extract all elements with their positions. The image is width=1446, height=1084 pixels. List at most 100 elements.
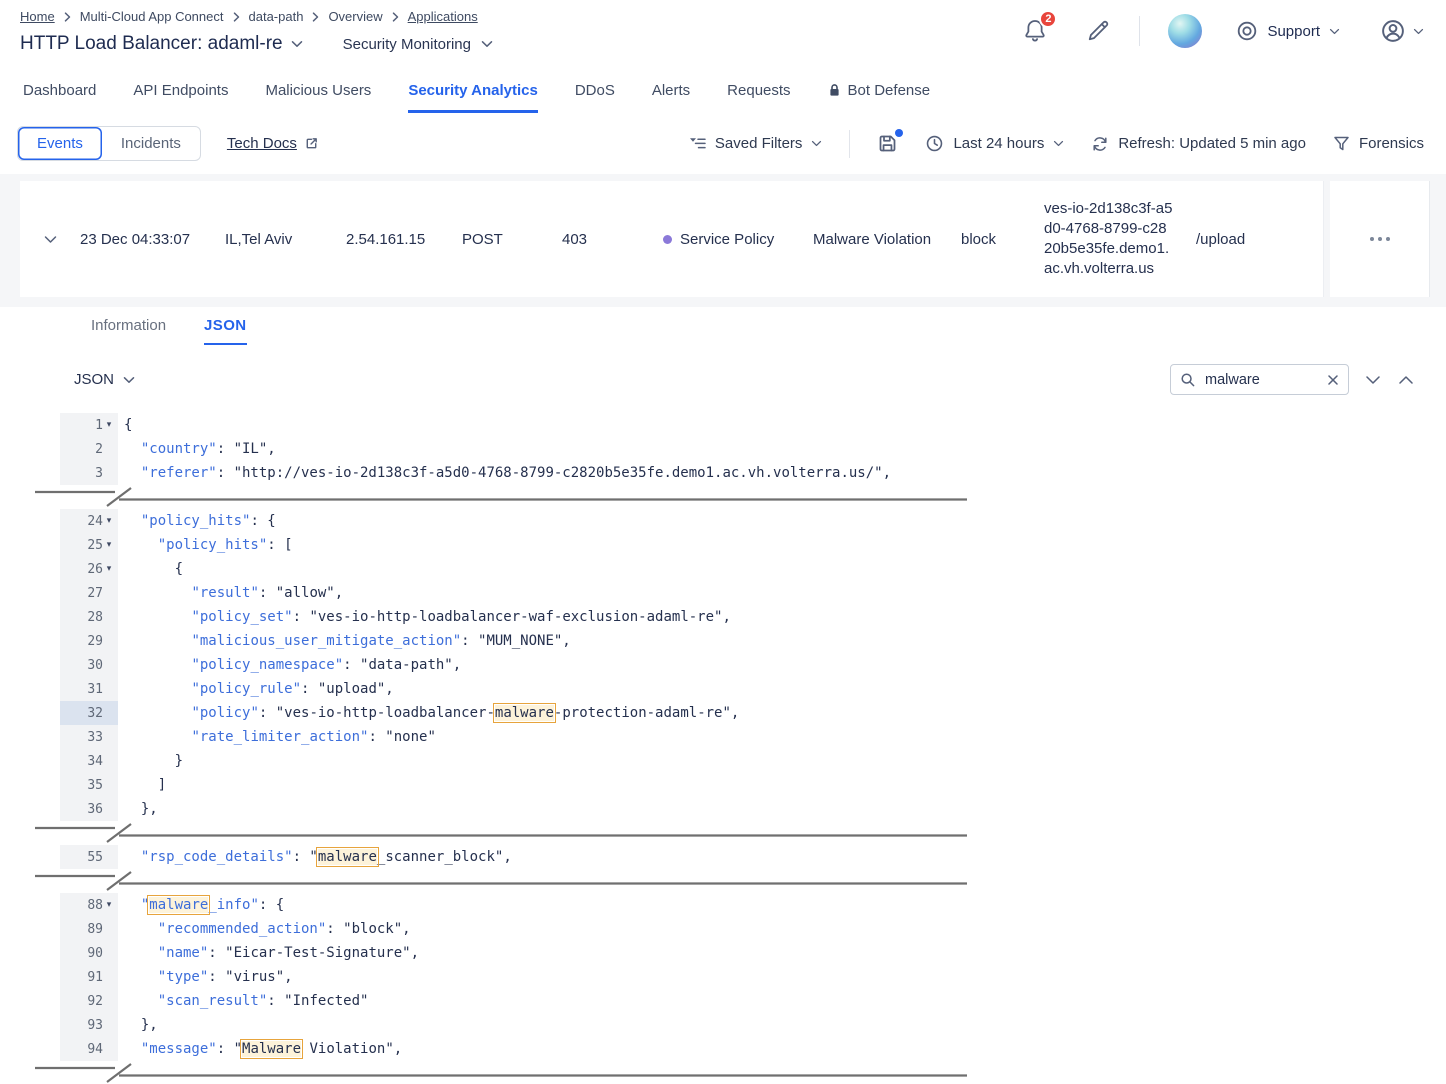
code-text: "message": "Malware Violation", xyxy=(118,1041,402,1057)
event-row[interactable]: 23 Dec 04:33:07 IL,Tel Aviv 2.54.161.15 … xyxy=(20,181,1324,297)
code-text: "malicious_user_mitigate_action": "MUM_N… xyxy=(118,633,571,649)
tab-requests[interactable]: Requests xyxy=(727,82,790,113)
code-text: { xyxy=(118,417,132,433)
policy-type-label: Service Policy xyxy=(680,231,774,248)
time-range-dropdown[interactable]: Last 24 hours xyxy=(925,134,1064,153)
next-match-button[interactable] xyxy=(1365,375,1381,385)
row-expand-chevron-icon[interactable] xyxy=(20,235,80,244)
line-number: 29 xyxy=(87,634,103,649)
save-filter-button[interactable] xyxy=(877,133,898,154)
line-number-gutter: 33 xyxy=(60,725,118,749)
line-number-gutter: 3 xyxy=(60,461,118,485)
fold-separator xyxy=(35,1062,1446,1084)
collapse-caret-icon[interactable]: ▾ xyxy=(103,540,115,550)
line-number-gutter: 26▾ xyxy=(60,557,118,581)
line-number: 93 xyxy=(87,1018,103,1033)
line-number: 88 xyxy=(87,898,103,913)
tab-bot-defense[interactable]: Bot Defense xyxy=(828,82,931,113)
code-text: "rate_limiter_action": "none" xyxy=(118,729,436,745)
format-dropdown[interactable]: JSON xyxy=(74,371,135,388)
breadcrumb-item[interactable]: Applications xyxy=(408,9,478,24)
support-label: Support xyxy=(1267,23,1320,40)
security-monitoring-dropdown[interactable]: Security Monitoring xyxy=(343,36,493,53)
code-line: 26▾ { xyxy=(0,557,1446,581)
code-text: "policy_set": "ves-io-http-loadbalancer-… xyxy=(118,609,731,625)
line-number-gutter: 88▾ xyxy=(60,893,118,917)
line-number-gutter: 55 xyxy=(60,845,118,869)
brush-icon xyxy=(1085,18,1111,44)
code-text: "scan_result": "Infected" xyxy=(118,993,368,1009)
line-number-gutter: 31 xyxy=(60,677,118,701)
notifications-button[interactable]: 2 xyxy=(1023,18,1047,44)
tab-label: Dashboard xyxy=(23,82,96,99)
saved-filters-dropdown[interactable]: Saved Filters xyxy=(689,135,823,152)
line-number: 27 xyxy=(87,586,103,601)
code-line: 91 "type": "virus", xyxy=(0,965,1446,989)
refresh-button[interactable]: Refresh: Updated 5 min ago xyxy=(1091,135,1306,153)
header-actions: 2 Support xyxy=(1023,14,1424,48)
code-text: "referer": "http://ves-io-2d138c3f-a5d0-… xyxy=(118,465,891,481)
search-match-highlight: Malware xyxy=(242,1041,301,1057)
line-number: 24 xyxy=(87,514,103,529)
close-icon xyxy=(1327,374,1339,386)
detail-tab-json[interactable]: JSON xyxy=(204,317,246,345)
prev-match-button[interactable] xyxy=(1398,375,1414,385)
main-nav-tabs: Dashboard API Endpoints Malicious Users Sec… xyxy=(0,55,1446,113)
format-dropdown-label: JSON xyxy=(74,371,114,388)
line-number-gutter: 2 xyxy=(60,437,118,461)
json-search-box xyxy=(1170,364,1349,395)
line-number-gutter: 24▾ xyxy=(60,509,118,533)
detail-tab-information[interactable]: Information xyxy=(91,317,166,345)
tab-dashboard[interactable]: Dashboard xyxy=(23,82,96,113)
tab-alerts[interactable]: Alerts xyxy=(652,82,690,113)
support-menu[interactable]: Support xyxy=(1236,20,1340,42)
tab-security-analytics[interactable]: Security Analytics xyxy=(408,82,538,113)
title-chevron-down-icon[interactable] xyxy=(291,40,303,48)
tab-malicious-users[interactable]: Malicious Users xyxy=(265,82,371,113)
json-search-input[interactable] xyxy=(1203,371,1320,389)
collapse-caret-icon[interactable]: ▾ xyxy=(103,900,115,910)
ai-assistant-button[interactable] xyxy=(1168,14,1202,48)
tab-label: DDoS xyxy=(575,82,615,99)
toolbar-divider xyxy=(849,130,850,158)
filter-toolbar: EventsIncidents Tech Docs Saved Filters xyxy=(0,113,1446,174)
code-line: 30 "policy_namespace": "data-path", xyxy=(0,653,1446,677)
tab-api-endpoints[interactable]: API Endpoints xyxy=(133,82,228,113)
event-policy-type: Service Policy xyxy=(663,231,813,248)
row-more-options-button[interactable] xyxy=(1364,231,1396,247)
chevron-down-icon xyxy=(1413,28,1424,35)
lock-icon xyxy=(828,83,841,98)
code-text: "name": "Eicar-Test-Signature", xyxy=(118,945,419,961)
forensics-label: Forensics xyxy=(1359,135,1424,152)
code-text: "result": "allow", xyxy=(118,585,343,601)
collapse-caret-icon[interactable]: ▾ xyxy=(103,420,115,430)
event-violation: Malware Violation xyxy=(813,231,961,248)
policy-dot-icon xyxy=(663,235,672,244)
code-text: "policy_hits": [ xyxy=(118,537,293,553)
events-toggle-button[interactable]: Events xyxy=(18,127,102,160)
account-menu[interactable] xyxy=(1380,18,1424,44)
code-line: 88▾ "malware_info": { xyxy=(0,893,1446,917)
tab-ddos[interactable]: DDoS xyxy=(575,82,615,113)
code-line: 24▾ "policy_hits": { xyxy=(0,509,1446,533)
line-number-gutter: 91 xyxy=(60,965,118,989)
fold-separator xyxy=(35,870,1446,892)
code-line: 27 "result": "allow", xyxy=(0,581,1446,605)
code-line: 90 "name": "Eicar-Test-Signature", xyxy=(0,941,1446,965)
external-link-icon xyxy=(304,136,319,151)
breadcrumb-item[interactable]: Home xyxy=(20,9,55,24)
theme-brush-button[interactable] xyxy=(1085,18,1111,44)
collapse-caret-icon[interactable]: ▾ xyxy=(103,516,115,526)
incidents-toggle-button[interactable]: Incidents xyxy=(102,127,200,160)
user-icon xyxy=(1380,18,1406,44)
clear-search-button[interactable] xyxy=(1327,374,1339,386)
code-line: 34 } xyxy=(0,749,1446,773)
code-line: 32 "policy": "ves-io-http-loadbalancer-m… xyxy=(0,701,1446,725)
tech-docs-link[interactable]: Tech Docs xyxy=(227,135,319,152)
collapse-caret-icon[interactable]: ▾ xyxy=(103,564,115,574)
forensics-button[interactable]: Forensics xyxy=(1333,135,1424,152)
code-section: 55 "rsp_code_details": "malware_scanner_… xyxy=(0,845,1446,869)
event-domain: ves-io-2d138c3f-a5d0-4768-8799-c2820b5e3… xyxy=(1044,199,1196,279)
code-line: 31 "policy_rule": "upload", xyxy=(0,677,1446,701)
tab-label: Bot Defense xyxy=(848,82,931,99)
